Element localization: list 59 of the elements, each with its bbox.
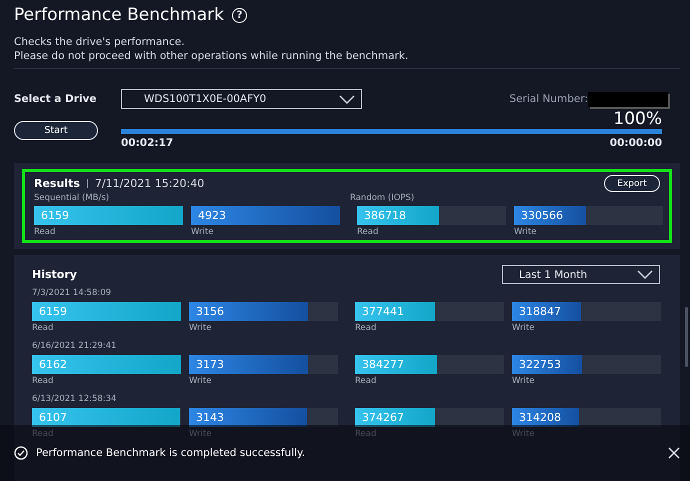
description-text: Checks the drive's performance. [14, 35, 186, 49]
bar-value: 3156 [196, 305, 224, 318]
bar-label: Write [512, 376, 536, 386]
bar-value: 386718 [364, 209, 406, 222]
field-label: Select a Drive [14, 93, 98, 105]
bar-label: Read [355, 323, 378, 333]
toast-message: Performance Benchmark is completed successfully. [36, 447, 306, 459]
help-icon[interactable]: ? [232, 8, 247, 22]
history-title: History [32, 268, 77, 281]
bar-value: 4923 [198, 209, 226, 222]
close-icon[interactable] [668, 447, 680, 459]
drive-dropdown[interactable]: WDS100T1X0E-00AFY0 [121, 89, 362, 109]
serial-label: Serial Number: [509, 93, 588, 105]
period-dropdown[interactable]: Last 1 Month [502, 265, 660, 284]
bar-label: Read [357, 227, 380, 237]
scrollbar[interactable] [685, 307, 688, 367]
bar-label: Write [512, 323, 536, 333]
bar-value: 330566 [521, 209, 563, 222]
bar-label: Read [355, 429, 378, 439]
bar-label: Read [355, 376, 378, 386]
bar-value: 3143 [196, 411, 224, 424]
bar-value: 6159 [39, 305, 67, 318]
bar-value: 6159 [41, 209, 69, 222]
chevron-icon [339, 94, 355, 104]
elapsed-time: 00:02:17 [121, 137, 174, 149]
bar-label: Write [512, 429, 536, 439]
bar-value: 322753 [519, 358, 561, 371]
bar-value: 384277 [362, 358, 404, 371]
bar-label: Write [189, 376, 212, 386]
export-button[interactable]: Export [604, 175, 660, 192]
bar-label: Write [191, 227, 214, 237]
page-title: Performance Benchmark [14, 5, 224, 25]
progress-percent: 100% [612, 111, 662, 128]
history-timestamp: 7/3/2021 14:58:09 [32, 288, 112, 298]
bar-label: Read [32, 429, 54, 439]
bar-label: Read [34, 227, 56, 237]
remaining-time: 00:00:00 [610, 137, 662, 149]
bar-label: Read [32, 376, 54, 386]
bar-value: 377441 [362, 305, 404, 318]
bar-value: 6107 [39, 411, 67, 424]
bar-label: Write [514, 227, 538, 237]
results-title: Results [34, 177, 80, 190]
description-text: Please do not proceed with other operations while running the benchmark. [14, 49, 410, 63]
start-button[interactable]: Start [14, 121, 98, 140]
bar-label: Write [189, 429, 212, 439]
bar-label: Read [32, 323, 54, 333]
bar-value: 318847 [519, 305, 561, 318]
check-circle-icon [14, 446, 28, 460]
bar-value: 314208 [519, 411, 561, 424]
chevron-icon [637, 270, 653, 279]
results-timestamp: 7/11/2021 15:20:40 [94, 177, 204, 190]
bar-value: 374267 [362, 411, 404, 424]
history-timestamp: 6/13/2021 12:58:34 [32, 394, 118, 404]
bar-value: 3173 [196, 358, 224, 371]
history-timestamp: 6/16/2021 21:29:41 [32, 341, 118, 351]
group-label: Random (IOPS) [350, 193, 416, 203]
bar-value: 6162 [39, 358, 67, 371]
bar-label: Write [189, 323, 212, 333]
group-label: Sequential (MB/s) [34, 193, 110, 203]
